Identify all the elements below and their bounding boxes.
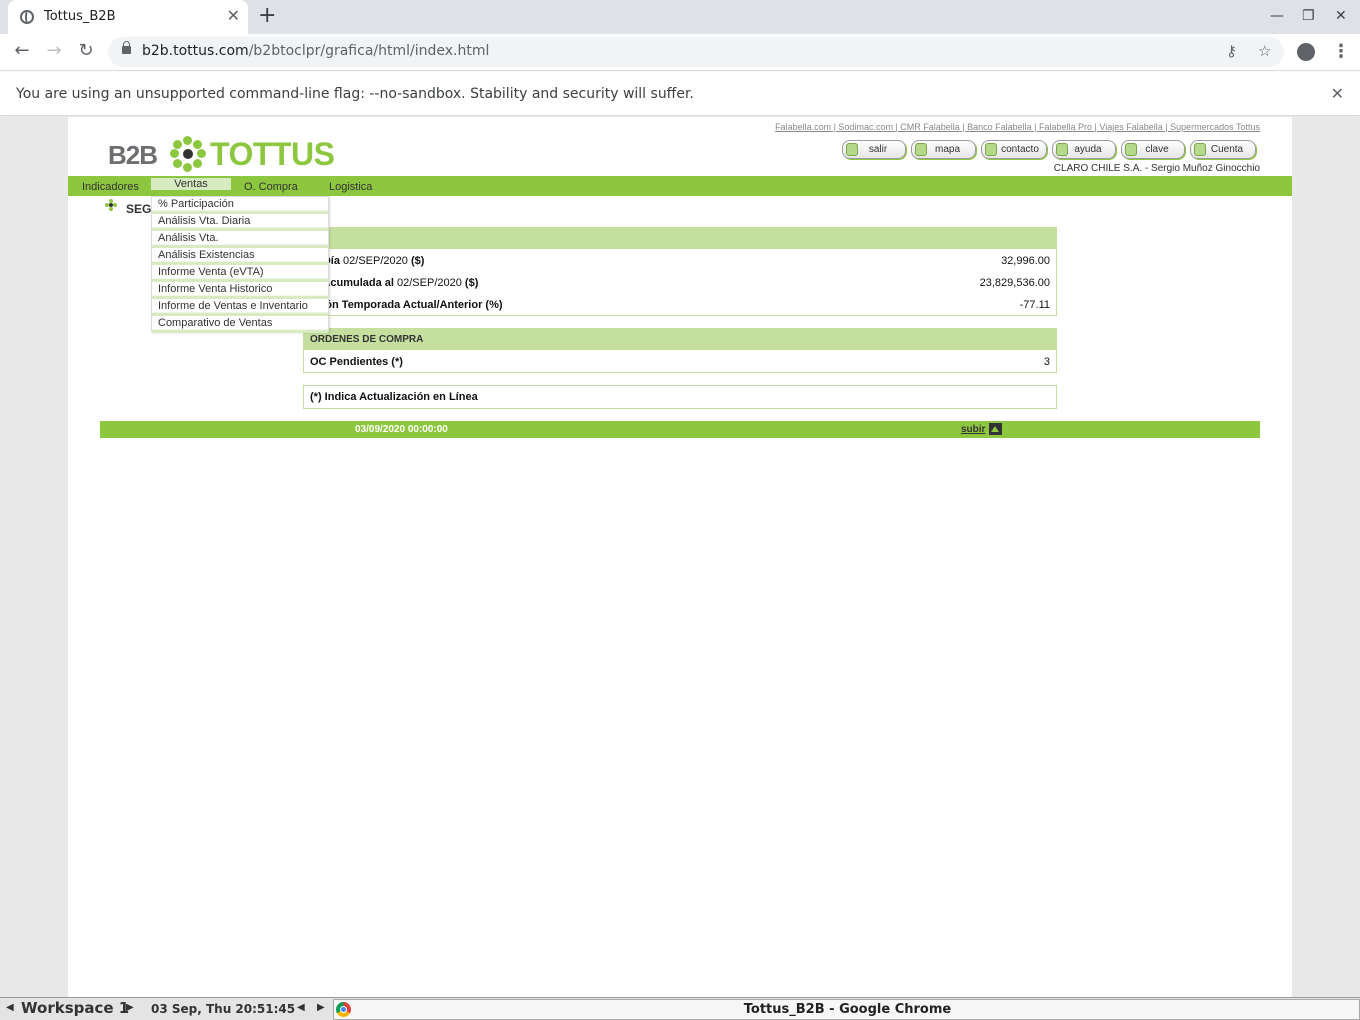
workspace-label[interactable]: Workspace 1	[21, 999, 129, 1017]
top-buttons: salir mapa contacto ayuda clave Cuenta	[842, 140, 1258, 160]
menu-ventas[interactable]: Ventas	[151, 178, 231, 190]
globe-icon	[20, 10, 34, 24]
user-info: CLARO CHILE S.A. - Sergio Muñoz Ginocchi…	[1053, 163, 1260, 174]
page-viewport: Falabella.com | Sodimac.com | CMR Falabe…	[0, 117, 1360, 997]
menu-o-compra[interactable]: O. Compra	[244, 181, 298, 193]
taskbar-window-button[interactable]: Tottus_B2B - Google Chrome	[333, 999, 1360, 1020]
table-row: OC Pendientes (*) 3	[304, 350, 1056, 372]
dropdown-item[interactable]: Análisis Existencias	[152, 248, 328, 265]
page-footer: 03/09/2020 00:00:00 subir	[100, 421, 1260, 438]
map-icon	[915, 143, 927, 156]
row-value: 32,996.00	[1001, 255, 1050, 267]
ordenes-panel: ORDENES DE COMPRA OC Pendientes (*) 3	[303, 328, 1057, 373]
dropdown-item[interactable]: Análisis Vta. Diaria	[152, 214, 328, 231]
footer-datetime: 03/09/2020 00:00:00	[355, 424, 448, 435]
dropdown-item[interactable]: % Participación	[152, 197, 328, 214]
ventas-panel-header: TAS	[304, 228, 1056, 249]
main-menu: Indicadores Ventas O. Compra Logistica	[68, 176, 1292, 196]
salir-button[interactable]: salir	[842, 140, 906, 159]
table-row: ta Acumulada al 02/SEP/2020 ($) 23,829,5…	[304, 271, 1056, 293]
next-window-icon[interactable]: ▶	[317, 1002, 325, 1013]
page: Falabella.com | Sodimac.com | CMR Falabe…	[68, 117, 1292, 997]
section-dots-icon	[105, 199, 117, 211]
ventas-dropdown: % Participación Análisis Vta. Diaria Aná…	[151, 196, 329, 333]
logo-flower-icon	[170, 136, 206, 172]
row-value: 23,829,536.00	[979, 277, 1050, 289]
next-workspace-icon[interactable]: ▶	[126, 1002, 134, 1013]
table-row: ta Día 02/SEP/2020 ($) 32,996.00	[304, 249, 1056, 271]
address-bar[interactable]: b2b.tottus.com/b2btoclpr/grafica/html/in…	[108, 37, 1284, 67]
help-icon	[1056, 143, 1068, 156]
lock-icon	[122, 41, 131, 54]
browser-tab[interactable]: Tottus_B2B ✕	[8, 0, 248, 34]
table-row: ación Temporada Actual/Anterior (%) -77.…	[304, 293, 1056, 315]
mapa-button[interactable]: mapa	[911, 140, 976, 159]
kebab-menu-icon[interactable]: ⋮	[1332, 41, 1350, 62]
infobar-close-icon[interactable]: ✕	[1331, 84, 1344, 103]
infobar-text: You are using an unsupported command-lin…	[16, 86, 694, 102]
cuenta-button[interactable]: Cuenta	[1190, 140, 1256, 159]
clave-button[interactable]: clave	[1121, 140, 1185, 159]
ayuda-button[interactable]: ayuda	[1052, 140, 1116, 159]
browser-tabstrip: Tottus_B2B ✕ + — ❐ ✕	[0, 0, 1360, 34]
browser-toolbar: ← → ↻ b2b.tottus.com/b2btoclpr/grafica/h…	[0, 34, 1360, 71]
row-value: 3	[1043, 356, 1050, 368]
dropdown-item[interactable]: Informe de Ventas e Inventario	[152, 299, 328, 316]
clock: 03 Sep, Thu 20:51:45	[151, 1002, 296, 1016]
key-icon[interactable]: ⚷	[1226, 42, 1237, 60]
menu-indicadores[interactable]: Indicadores	[82, 181, 139, 193]
profile-icon[interactable]	[1297, 43, 1315, 61]
reload-icon[interactable]: ↻	[74, 40, 98, 61]
logo-b2b-text: B2B	[108, 140, 158, 170]
note-row: (*) Indica Actualización en Línea	[310, 391, 478, 403]
prev-workspace-icon[interactable]: ◀	[6, 1002, 14, 1013]
ordenes-panel-header: ORDENES DE COMPRA	[304, 329, 1056, 350]
taskbar-window-title: Tottus_B2B - Google Chrome	[743, 1002, 952, 1017]
new-tab-icon[interactable]: +	[258, 4, 276, 28]
tab-title: Tottus_B2B	[44, 9, 116, 24]
menu-logistica[interactable]: Logistica	[329, 181, 372, 193]
note-panel: (*) Indica Actualización en Línea	[303, 385, 1057, 409]
ventas-panel: TAS ta Día 02/SEP/2020 ($) 32,996.00 ta …	[303, 227, 1057, 316]
user-icon	[1194, 143, 1206, 156]
restore-icon[interactable]: ❐	[1302, 8, 1315, 24]
dropdown-item[interactable]: Análisis Vta.	[152, 231, 328, 248]
prev-window-icon[interactable]: ◀	[297, 1002, 305, 1013]
contacto-button[interactable]: contacto	[981, 140, 1047, 159]
dropdown-item[interactable]: Informe Venta (eVTA)	[152, 265, 328, 282]
exit-icon	[846, 143, 858, 156]
arrow-up-icon[interactable]	[989, 423, 1002, 435]
infobar: You are using an unsupported command-lin…	[0, 72, 1360, 116]
minimize-icon[interactable]: —	[1270, 8, 1284, 24]
window-close-icon[interactable]: ✕	[1335, 8, 1347, 24]
url-text: b2b.tottus.com/b2btoclpr/grafica/html/in…	[142, 43, 490, 59]
back-icon[interactable]: ←	[10, 40, 34, 61]
logo-brand-text: TOTTUS	[210, 136, 335, 172]
row-value: -77.11	[1019, 299, 1050, 311]
os-taskbar: ◀ Workspace 1 ▶ 03 Sep, Thu 20:51:45 ◀ ▶…	[0, 997, 1360, 1020]
partner-links[interactable]: Falabella.com | Sodimac.com | CMR Falabe…	[775, 122, 1260, 132]
mail-icon	[985, 143, 997, 156]
subir-link[interactable]: subir	[961, 424, 985, 435]
forward-icon[interactable]: →	[42, 40, 66, 61]
star-icon[interactable]: ☆	[1258, 42, 1271, 60]
dropdown-item[interactable]: Informe Venta Historico	[152, 282, 328, 299]
dropdown-item[interactable]: Comparativo de Ventas	[152, 316, 328, 333]
section-title: SEG	[126, 202, 152, 216]
key-icon	[1125, 143, 1137, 156]
close-tab-icon[interactable]: ✕	[227, 7, 240, 25]
